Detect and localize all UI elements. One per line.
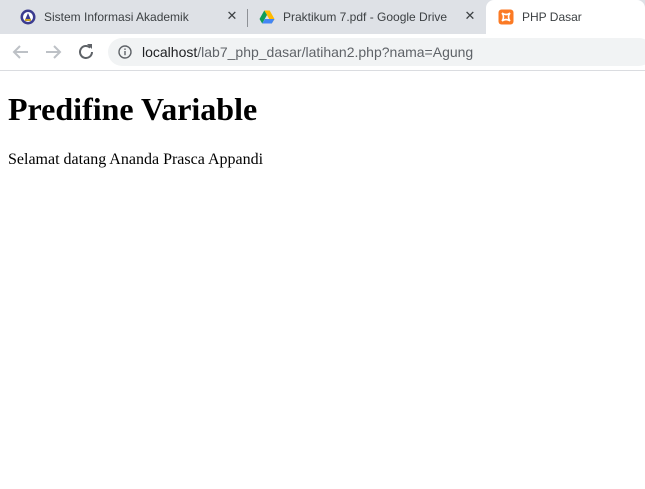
browser-window: Sistem Informasi Akademik ✕ Praktikum 7.…: [0, 0, 645, 489]
tab-strip: Sistem Informasi Akademik ✕ Praktikum 7.…: [0, 0, 645, 34]
url-host: localhost: [142, 44, 198, 60]
page-content: Predifine Variable Selamat datang Ananda…: [0, 71, 645, 489]
tab-title: Praktikum 7.pdf - Google Drive: [283, 10, 448, 24]
tab-php-dasar[interactable]: PHP Dasar: [486, 0, 645, 34]
university-logo-icon: [20, 9, 36, 25]
url-path: /lab7_php_dasar/latihan2.php?nama=Agung: [197, 44, 474, 60]
close-tab-icon[interactable]: ✕: [462, 9, 478, 25]
tab-title: Sistem Informasi Akademik: [44, 10, 189, 24]
toolbar: localhost/lab7_php_dasar/latihan2.php?na…: [0, 34, 645, 71]
close-tab-icon[interactable]: ✕: [224, 9, 240, 25]
forward-arrow-icon[interactable]: [41, 40, 65, 64]
back-arrow-icon[interactable]: [9, 40, 33, 64]
tab-sistem-informasi-akademik[interactable]: Sistem Informasi Akademik ✕: [8, 0, 246, 34]
page-heading: Predifine Variable: [8, 91, 258, 127]
address-bar[interactable]: localhost/lab7_php_dasar/latihan2.php?na…: [108, 38, 645, 66]
reload-icon[interactable]: [74, 40, 98, 64]
google-drive-icon: [259, 9, 275, 25]
xampp-icon: [498, 9, 514, 25]
tab-praktikum-pdf[interactable]: Praktikum 7.pdf - Google Drive ✕: [248, 0, 486, 34]
url-text[interactable]: localhost/lab7_php_dasar/latihan2.php?na…: [142, 44, 473, 60]
welcome-text: Selamat datang Ananda Prasca Appandi: [8, 151, 264, 168]
info-icon[interactable]: [118, 45, 132, 59]
tab-title: PHP Dasar: [522, 10, 582, 24]
